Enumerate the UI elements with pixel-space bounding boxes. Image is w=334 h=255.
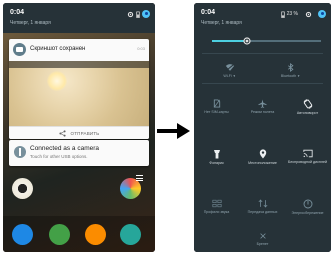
tile-wifi-label: Wi-Fi ▼ — [223, 74, 236, 78]
gear-icon[interactable] — [305, 11, 312, 18]
tile-flashlight-label: Фонарик — [209, 161, 224, 165]
share-action-label: ОТПРАВИТЬ — [70, 131, 100, 136]
brightness-slider[interactable] — [212, 37, 321, 45]
notification-header: Скриншот сохранен 0:03 — [9, 39, 149, 62]
usb-icon — [14, 146, 26, 158]
tile-data-transfer[interactable]: Передача данных — [240, 199, 285, 214]
tile-flashlight[interactable]: Фонарик — [194, 149, 239, 165]
battery-percent: 23 % — [286, 11, 298, 17]
screenshot-icon — [13, 43, 26, 56]
sound-profile-icon — [212, 199, 221, 208]
app-icon-market[interactable] — [120, 224, 141, 245]
battery-saver-icon — [303, 199, 312, 209]
divider — [202, 53, 323, 54]
status-bar: 0:04 Четверг, 1 января — [3, 3, 155, 33]
bluetooth-icon — [287, 63, 294, 72]
app-icon-browser[interactable] — [85, 224, 106, 245]
status-icons — [127, 10, 150, 18]
brightness-icon[interactable] — [242, 36, 252, 46]
status-time: 0:04 — [10, 9, 25, 16]
tile-no-sim[interactable]: Нет SIM-карты — [194, 99, 239, 114]
tile-wifi[interactable]: Wi-Fi ▼ — [207, 63, 252, 78]
tile-data-transfer-label: Передача данных — [247, 210, 278, 214]
tile-battery-saver[interactable]: Энергосбережение — [285, 199, 330, 215]
app-icon-messages[interactable] — [49, 224, 70, 245]
rotate-icon — [303, 99, 312, 109]
tile-no-sim-label: Нет SIM-карты — [204, 110, 229, 114]
share-action-button[interactable]: ОТПРАВИТЬ — [9, 126, 149, 139]
tile-bluetooth[interactable]: Bluetooth ▼ — [268, 63, 313, 78]
preview-light-spot — [47, 71, 67, 91]
screenshot-preview[interactable] — [9, 61, 149, 126]
tile-cast[interactable]: Беспроводной дисплей — [285, 149, 330, 164]
status-icons: 23 % — [280, 10, 326, 18]
tile-autorotate[interactable]: Автоповорот — [285, 99, 330, 115]
share-icon — [58, 130, 66, 137]
tile-sound-profile[interactable]: Профили звука — [194, 199, 239, 214]
status-bar: 0:04 Четверг, 1 января 23 % — [194, 3, 331, 33]
screenshot-notification[interactable]: Скриншот сохранен 0:03 ОТПРАВИТЬ — [9, 39, 149, 139]
tile-location-label: Местоположение — [248, 161, 277, 165]
usb-notification[interactable]: Connected as a camera Touch for other US… — [9, 140, 149, 166]
extra-tile-icon — [259, 233, 266, 239]
usb-subtitle: Touch for other USB options. — [30, 154, 88, 159]
avatar[interactable] — [318, 10, 326, 18]
battery-icon — [136, 11, 140, 18]
tile-extra-label: Бренет — [256, 242, 269, 246]
tile-airplane-label: Режим полета — [250, 110, 275, 114]
tile-battery-saver-label: Энергосбережение — [291, 211, 324, 215]
menu-icon — [136, 175, 143, 183]
cast-icon — [302, 149, 313, 158]
data-transfer-icon — [258, 199, 267, 208]
tile-cast-label: Беспроводной дисплей — [288, 160, 327, 164]
gear-icon[interactable] — [127, 11, 134, 18]
tile-location[interactable]: Местоположение — [240, 149, 285, 165]
app-icon-camera[interactable] — [12, 178, 33, 199]
wifi-icon — [225, 63, 234, 72]
divider — [202, 83, 323, 84]
notification-time: 0:03 — [137, 46, 145, 51]
location-icon — [259, 149, 266, 159]
tile-bluetooth-label: Bluetooth ▼ — [280, 74, 301, 78]
left-phone-screen: 0:04 Четверг, 1 января Скриншот сохранен… — [3, 3, 155, 252]
preview-status-strip — [9, 61, 149, 68]
tile-extra[interactable]: Бренет — [240, 232, 285, 246]
status-time: 0:04 — [201, 9, 216, 16]
status-date: Четверг, 1 января — [201, 20, 242, 26]
tile-autorotate-label: Автоповорот — [296, 111, 319, 115]
usb-title: Connected as a camera — [30, 145, 100, 152]
airplane-icon — [258, 99, 267, 108]
arrow-right-icon — [157, 123, 190, 139]
avatar[interactable] — [142, 10, 150, 18]
flashlight-icon — [213, 150, 220, 159]
right-phone-screen: 0:04 Четверг, 1 января 23 % Wi-Fi ▼ Blue… — [194, 3, 331, 252]
status-date: Четверг, 1 января — [10, 20, 51, 26]
tile-airplane[interactable]: Режим полета — [240, 99, 285, 114]
tile-sound-profile-label: Профили звука — [203, 210, 230, 214]
battery-icon — [280, 11, 285, 18]
no-sim-icon — [213, 99, 220, 108]
notification-title: Скриншот сохранен — [30, 46, 86, 52]
app-icon-phone[interactable] — [12, 224, 33, 245]
